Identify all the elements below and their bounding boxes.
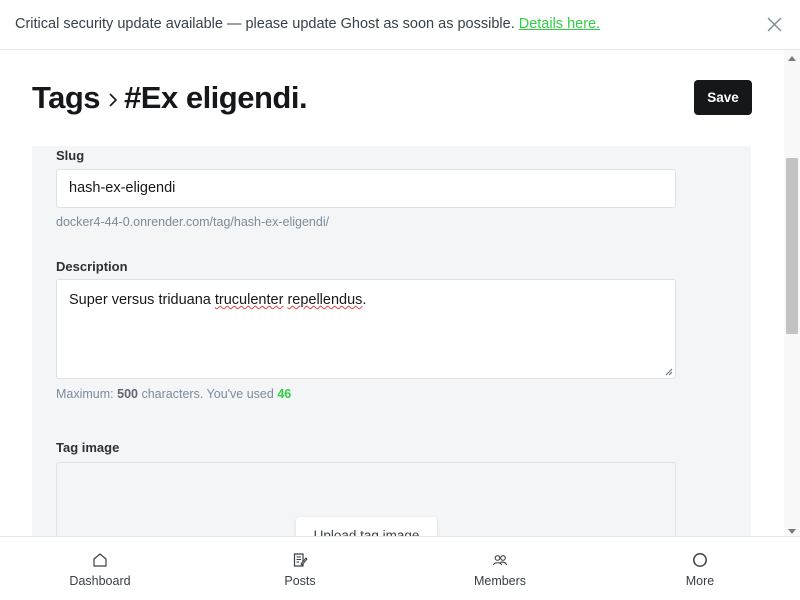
misspelled-word: truculenter xyxy=(214,292,284,308)
posts-icon xyxy=(293,553,308,567)
slug-label: Slug xyxy=(56,148,85,163)
scroll-down-arrow-icon[interactable] xyxy=(788,529,796,534)
description-label: Description xyxy=(56,259,128,274)
save-button[interactable]: Save xyxy=(694,80,752,115)
nav-item-members[interactable]: Members xyxy=(400,537,600,600)
page-scrollbar[interactable] xyxy=(784,50,800,536)
banner-message-line: Critical security update available — ple… xyxy=(15,16,600,32)
banner-details-link[interactable]: Details here. xyxy=(519,16,600,32)
misspelled-word: repellendus xyxy=(287,292,363,308)
description-text-start: Super versus triduana xyxy=(69,292,215,308)
counter-middle: characters. You've used xyxy=(141,387,274,401)
scroll-thumb[interactable] xyxy=(786,158,798,334)
slug-url-hint: docker4-44-0.onrender.com/tag/hash-ex-el… xyxy=(56,215,330,229)
members-icon xyxy=(492,555,508,566)
nav-item-dashboard[interactable]: Dashboard xyxy=(0,537,200,600)
more-icon xyxy=(693,553,707,567)
house-icon xyxy=(93,553,107,567)
counter-prefix: Maximum: xyxy=(56,387,114,401)
nav-label-more: More xyxy=(685,574,715,588)
close-icon[interactable] xyxy=(766,16,783,33)
tag-image-label: Tag image xyxy=(56,440,120,455)
breadcrumb-tags-link[interactable]: Tags xyxy=(32,80,101,116)
bottom-nav: Dashboard Posts Members More xyxy=(0,536,800,600)
resize-grip-icon[interactable] xyxy=(665,368,673,376)
breadcrumb: Tags #Ex eligendi. xyxy=(32,78,308,118)
nav-item-more[interactable]: More xyxy=(600,537,800,600)
nav-item-posts[interactable]: Posts xyxy=(200,537,400,600)
description-text-end: . xyxy=(362,292,367,308)
used-chars: 46 xyxy=(277,387,292,401)
banner-message: Critical security update available — ple… xyxy=(15,16,515,32)
scroll-up-arrow-icon[interactable] xyxy=(788,56,796,61)
nav-label-members: Members xyxy=(473,574,527,588)
nav-label-dashboard: Dashboard xyxy=(69,574,131,588)
slug-input[interactable]: hash-ex-eligendi xyxy=(56,169,676,208)
description-textarea[interactable]: Super versus triduana truculenter repell… xyxy=(56,279,676,379)
page-title: #Ex eligendi. xyxy=(124,80,308,115)
tag-settings-panel: Slug hash-ex-eligendi docker4-44-0.onren… xyxy=(32,146,751,536)
upload-tag-image-button[interactable]: Upload tag image xyxy=(296,517,437,536)
nav-label-posts: Posts xyxy=(284,574,316,588)
description-char-counter: Maximum: 500 characters. You've used 46 xyxy=(56,387,291,401)
update-banner: Critical security update available — ple… xyxy=(0,0,800,50)
tag-image-dropzone[interactable]: Upload tag image xyxy=(56,462,676,536)
max-chars: 500 xyxy=(117,387,138,401)
chevron-right-icon xyxy=(109,93,118,107)
